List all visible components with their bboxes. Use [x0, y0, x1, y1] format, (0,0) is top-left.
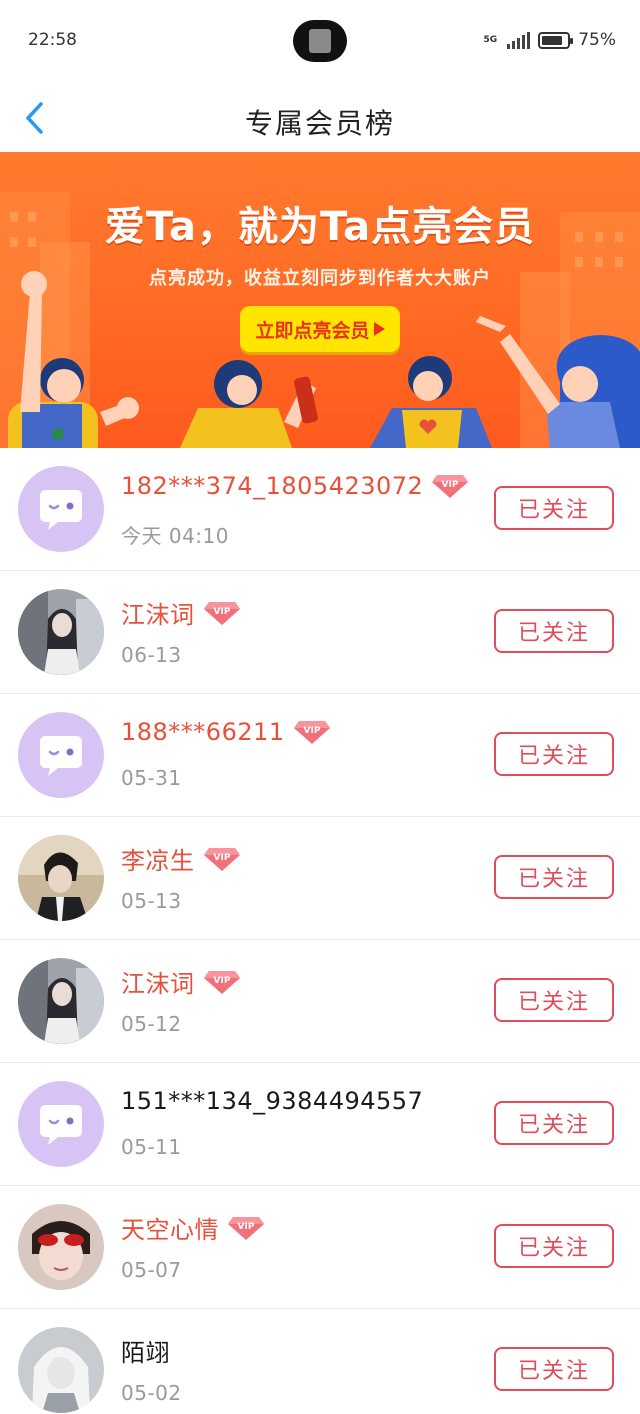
followed-button[interactable]: 已关注: [494, 978, 614, 1022]
avatar[interactable]: [18, 835, 104, 921]
followed-button[interactable]: 已关注: [494, 1224, 614, 1268]
list-item[interactable]: 151***134_9384494557 05-11 已关注: [0, 1063, 640, 1186]
member-date: 05-07: [121, 1258, 182, 1282]
member-list: 182***374_1805423072 VIP 今天 04:10 已关注 江沫…: [0, 448, 640, 1414]
vip-diamond-icon: VIP: [203, 847, 240, 871]
camera-cutout: [293, 20, 347, 62]
list-item[interactable]: 陌翊 05-02 已关注: [0, 1309, 640, 1414]
default-avatar-icon: [40, 736, 82, 776]
banner-button-label: 立即点亮会员: [255, 319, 370, 342]
avatar[interactable]: [18, 466, 104, 552]
member-name[interactable]: 151***134_9384494557: [121, 1087, 423, 1115]
banner-title: 爱Ta，就为Ta点亮会员: [104, 204, 536, 250]
avatar-photo: [18, 958, 104, 1044]
member-name[interactable]: 江沫词: [121, 595, 195, 630]
member-name[interactable]: 李凉生: [121, 841, 195, 876]
avatar[interactable]: [18, 958, 104, 1044]
member-name[interactable]: 陌翊: [121, 1333, 170, 1368]
vip-diamond-icon: VIP: [203, 970, 240, 994]
avatar[interactable]: [18, 1081, 104, 1167]
member-date: 06-13: [121, 643, 182, 667]
battery-percent: 75%: [578, 30, 616, 50]
play-arrow-icon: [373, 322, 385, 336]
followed-button[interactable]: 已关注: [494, 609, 614, 653]
avatar-photo: [18, 589, 104, 675]
list-item[interactable]: 182***374_1805423072 VIP 今天 04:10 已关注: [0, 448, 640, 571]
followed-button[interactable]: 已关注: [494, 486, 614, 530]
member-date: 今天 04:10: [121, 524, 229, 548]
avatar[interactable]: [18, 712, 104, 798]
vip-badge-text: VIP: [213, 607, 230, 617]
vip-badge-text: VIP: [303, 726, 320, 736]
member-date: 05-02: [121, 1381, 182, 1405]
followed-button[interactable]: 已关注: [494, 855, 614, 899]
page-title: 专属会员榜: [244, 107, 395, 140]
member-date: 05-13: [121, 889, 182, 913]
avatar[interactable]: [18, 1204, 104, 1290]
list-item[interactable]: 江沫词 VIP 06-13 已关注: [0, 571, 640, 694]
member-name[interactable]: 182***374_1805423072: [121, 472, 423, 500]
vip-badge-text: VIP: [213, 976, 230, 986]
avatar[interactable]: [18, 589, 104, 675]
member-name[interactable]: 江沫词: [121, 964, 195, 999]
vip-diamond-icon: VIP: [293, 721, 330, 744]
member-name[interactable]: 天空心情: [121, 1210, 219, 1245]
vip-badge-text: VIP: [238, 1222, 255, 1232]
followed-button[interactable]: 已关注: [494, 732, 614, 776]
member-date: 05-31: [121, 766, 182, 790]
vip-diamond-icon: VIP: [203, 601, 240, 625]
list-item[interactable]: 江沫词 VIP 05-12 已关注: [0, 940, 640, 1063]
network-label: 5G: [483, 34, 498, 45]
vip-diamond-icon: VIP: [432, 475, 469, 498]
followed-button[interactable]: 已关注: [494, 1101, 614, 1145]
list-item[interactable]: 李凉生 VIP 05-13 已关注: [0, 817, 640, 940]
avatar-photo: [18, 1204, 104, 1290]
signal-icon: [507, 31, 531, 49]
member-date: 05-11: [121, 1135, 182, 1159]
battery-icon: [538, 31, 574, 49]
banner-subtitle: 点亮成功，收益立刻同步到作者大大账户: [149, 268, 491, 289]
default-avatar-icon: [40, 1105, 82, 1145]
vip-badge-text: VIP: [442, 480, 459, 490]
avatar[interactable]: [18, 1327, 104, 1413]
list-item[interactable]: 188***66211 VIP 05-31 已关注: [0, 694, 640, 817]
vip-diamond-icon: VIP: [228, 1216, 264, 1240]
list-item[interactable]: 天空心情 VIP 05-07 已关注: [0, 1186, 640, 1309]
member-date: 05-12: [121, 1012, 182, 1036]
default-avatar-icon: [40, 490, 82, 530]
avatar-photo: [18, 835, 104, 921]
followed-button[interactable]: 已关注: [494, 1347, 614, 1391]
vip-badge-text: VIP: [213, 853, 230, 863]
light-up-membership-button[interactable]: 立即点亮会员: [240, 306, 400, 352]
promo-banner[interactable]: 爱Ta，就为Ta点亮会员 点亮成功，收益立刻同步到作者大大账户 立即点亮会员: [0, 152, 640, 448]
status-time: 22:58: [28, 30, 77, 50]
nav-bar: 专属会员榜: [0, 84, 640, 154]
avatar-photo: [18, 1327, 104, 1413]
member-name[interactable]: 188***66211: [121, 718, 285, 746]
status-bar: 22:58 5G 75%: [0, 0, 640, 84]
